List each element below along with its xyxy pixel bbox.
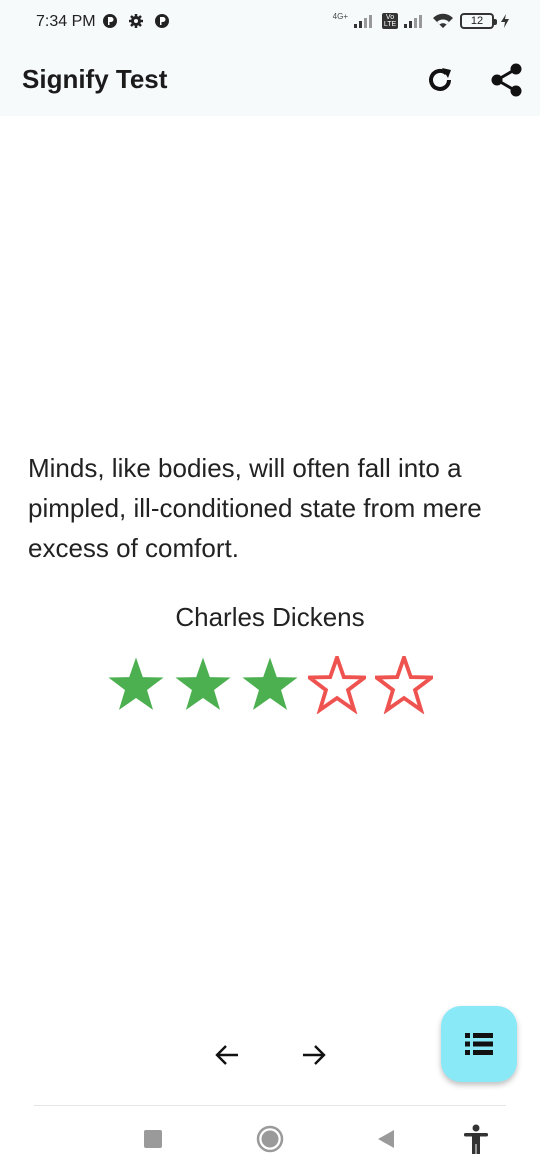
app-title: Signify Test [22, 64, 168, 94]
accessibility-icon [464, 1124, 488, 1154]
quote-list-button[interactable] [441, 1006, 517, 1082]
list-icon [465, 1033, 493, 1055]
share-icon [491, 63, 522, 97]
charging-icon [501, 14, 509, 28]
recents-button[interactable] [138, 1124, 168, 1154]
share-button[interactable] [487, 60, 527, 100]
notification-icon [103, 14, 117, 28]
system-navigation-bar [0, 1106, 540, 1170]
status-notification-icons [102, 13, 170, 29]
wifi-icon [433, 13, 453, 28]
quote-author: Charles Dickens [175, 602, 365, 632]
back-icon [378, 1130, 394, 1148]
previous-quote-button[interactable] [209, 1037, 245, 1073]
next-quote-button[interactable] [296, 1037, 332, 1073]
signal-icon [354, 15, 372, 28]
recents-icon [144, 1130, 162, 1148]
quote-text: Minds, like bodies, will often fall into… [28, 453, 482, 563]
arrow-forward-icon [303, 1045, 326, 1065]
home-button[interactable] [255, 1124, 285, 1154]
signal-icon [404, 15, 422, 28]
star-filled-icon[interactable] [241, 656, 299, 714]
status-system-icons: 4G+ Vo LTE 12 [332, 11, 510, 29]
star-empty-icon[interactable] [375, 656, 433, 714]
star-rating[interactable] [107, 654, 433, 716]
settings-icon [129, 14, 143, 28]
network-type-label: 4G+ [332, 11, 348, 21]
home-icon [256, 1125, 284, 1153]
star-filled-icon[interactable] [107, 656, 165, 714]
battery-icon: 12 [460, 13, 497, 29]
status-time: 7:34 PM [36, 13, 96, 30]
refresh-button[interactable] [420, 60, 460, 100]
star-empty-icon[interactable] [308, 656, 366, 714]
system-back-button[interactable] [371, 1124, 401, 1154]
status-bar: 7:34 PM 4G+ Vo LTE 12 [0, 0, 540, 46]
accessibility-button[interactable] [461, 1124, 491, 1154]
volte-label: Vo LTE [382, 13, 398, 29]
notification-icon [155, 14, 169, 28]
refresh-icon [429, 68, 451, 91]
app-bar: Signify Test [0, 46, 540, 116]
star-filled-icon[interactable] [174, 656, 232, 714]
arrow-back-icon [215, 1045, 238, 1065]
